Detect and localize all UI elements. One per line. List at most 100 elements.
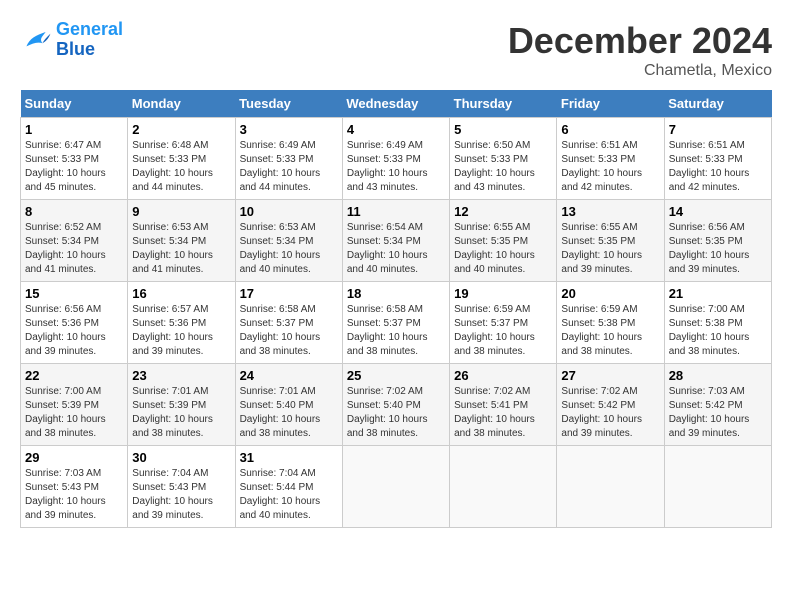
calendar-cell: 3 Sunrise: 6:49 AMSunset: 5:33 PMDaylight…	[235, 118, 342, 200]
calendar-cell: 2 Sunrise: 6:48 AMSunset: 5:33 PMDaylight…	[128, 118, 235, 200]
calendar-cell: 6 Sunrise: 6:51 AMSunset: 5:33 PMDaylight…	[557, 118, 664, 200]
logo-text: General Blue	[56, 20, 123, 60]
day-number: 18	[347, 286, 445, 301]
calendar-week-3: 15Sunrise: 6:56 AMSunset: 5:36 PMDayligh…	[21, 282, 772, 364]
day-info: Sunrise: 6:58 AMSunset: 5:37 PMDaylight:…	[240, 304, 321, 357]
calendar-cell: 8 Sunrise: 6:52 AMSunset: 5:34 PMDaylight…	[21, 200, 128, 282]
day-number: 24	[240, 368, 338, 383]
calendar-cell: 7 Sunrise: 6:51 AMSunset: 5:33 PMDaylight…	[664, 118, 771, 200]
calendar-cell: 20 Sunrise: 6:59 AMSunset: 5:38 PMDayligh…	[557, 282, 664, 364]
calendar-cell: 21Sunrise: 7:00 AMSunset: 5:38 PMDayligh…	[664, 282, 771, 364]
day-number: 16	[132, 286, 230, 301]
day-number: 3	[240, 122, 338, 137]
day-info: Sunrise: 6:49 AMSunset: 5:33 PMDaylight:…	[240, 140, 321, 193]
calendar-cell	[450, 446, 557, 528]
day-number: 17	[240, 286, 338, 301]
day-info: Sunrise: 6:51 AMSunset: 5:33 PMDaylight:…	[669, 140, 750, 193]
title-block: December 2024 Chametla, Mexico	[508, 20, 772, 80]
day-number: 2	[132, 122, 230, 137]
calendar-cell: 5 Sunrise: 6:50 AMSunset: 5:33 PMDaylight…	[450, 118, 557, 200]
day-info: Sunrise: 6:48 AMSunset: 5:33 PMDaylight:…	[132, 140, 213, 193]
day-info: Sunrise: 6:59 AMSunset: 5:38 PMDaylight:…	[561, 304, 642, 357]
day-info: Sunrise: 6:51 AMSunset: 5:33 PMDaylight:…	[561, 140, 642, 193]
calendar-week-5: 29 Sunrise: 7:03 AMSunset: 5:43 PMDayligh…	[21, 446, 772, 528]
day-number: 31	[240, 450, 338, 465]
day-info: Sunrise: 7:00 AMSunset: 5:38 PMDaylight:…	[669, 304, 750, 357]
calendar-cell: 29 Sunrise: 7:03 AMSunset: 5:43 PMDayligh…	[21, 446, 128, 528]
day-info: Sunrise: 6:58 AMSunset: 5:37 PMDaylight:…	[347, 304, 428, 357]
day-number: 20	[561, 286, 659, 301]
day-info: Sunrise: 6:56 AMSunset: 5:35 PMDaylight:…	[669, 222, 750, 275]
day-info: Sunrise: 6:54 AMSunset: 5:34 PMDaylight:…	[347, 222, 428, 275]
col-thursday: Thursday	[450, 90, 557, 118]
day-info: Sunrise: 6:52 AMSunset: 5:34 PMDaylight:…	[25, 222, 106, 275]
header-row: Sunday Monday Tuesday Wednesday Thursday…	[21, 90, 772, 118]
calendar-cell: 31 Sunrise: 7:04 AMSunset: 5:44 PMDayligh…	[235, 446, 342, 528]
day-number: 27	[561, 368, 659, 383]
page-header: General Blue December 2024 Chametla, Mex…	[20, 20, 772, 80]
day-info: Sunrise: 7:03 AMSunset: 5:42 PMDaylight:…	[669, 386, 750, 439]
day-number: 9	[132, 204, 230, 219]
calendar-cell: 19 Sunrise: 6:59 AMSunset: 5:37 PMDayligh…	[450, 282, 557, 364]
calendar-cell: 26Sunrise: 7:02 AMSunset: 5:41 PMDayligh…	[450, 364, 557, 446]
day-number: 30	[132, 450, 230, 465]
calendar-week-2: 8 Sunrise: 6:52 AMSunset: 5:34 PMDaylight…	[21, 200, 772, 282]
calendar-cell: 11 Sunrise: 6:54 AMSunset: 5:34 PMDayligh…	[342, 200, 449, 282]
calendar-cell: 12 Sunrise: 6:55 AMSunset: 5:35 PMDayligh…	[450, 200, 557, 282]
day-info: Sunrise: 6:56 AMSunset: 5:36 PMDaylight:…	[25, 304, 106, 357]
calendar-cell	[664, 446, 771, 528]
day-number: 6	[561, 122, 659, 137]
logo: General Blue	[20, 20, 123, 60]
calendar-cell: 14Sunrise: 6:56 AMSunset: 5:35 PMDayligh…	[664, 200, 771, 282]
day-info: Sunrise: 6:50 AMSunset: 5:33 PMDaylight:…	[454, 140, 535, 193]
calendar-cell: 28Sunrise: 7:03 AMSunset: 5:42 PMDayligh…	[664, 364, 771, 446]
calendar-cell: 13 Sunrise: 6:55 AMSunset: 5:35 PMDayligh…	[557, 200, 664, 282]
day-info: Sunrise: 6:47 AMSunset: 5:33 PMDaylight:…	[25, 140, 106, 193]
day-info: Sunrise: 7:04 AMSunset: 5:43 PMDaylight:…	[132, 468, 213, 521]
day-number: 25	[347, 368, 445, 383]
day-number: 13	[561, 204, 659, 219]
day-info: Sunrise: 6:53 AMSunset: 5:34 PMDaylight:…	[240, 222, 321, 275]
day-number: 19	[454, 286, 552, 301]
day-info: Sunrise: 6:55 AMSunset: 5:35 PMDaylight:…	[561, 222, 642, 275]
day-info: Sunrise: 7:04 AMSunset: 5:44 PMDaylight:…	[240, 468, 321, 521]
calendar-cell: 10Sunrise: 6:53 AMSunset: 5:34 PMDayligh…	[235, 200, 342, 282]
day-number: 29	[25, 450, 123, 465]
col-saturday: Saturday	[664, 90, 771, 118]
calendar-cell	[342, 446, 449, 528]
calendar-cell: 18 Sunrise: 6:58 AMSunset: 5:37 PMDayligh…	[342, 282, 449, 364]
day-number: 5	[454, 122, 552, 137]
day-info: Sunrise: 7:01 AMSunset: 5:39 PMDaylight:…	[132, 386, 213, 439]
day-number: 1	[25, 122, 123, 137]
calendar-cell: 30 Sunrise: 7:04 AMSunset: 5:43 PMDayligh…	[128, 446, 235, 528]
col-sunday: Sunday	[21, 90, 128, 118]
calendar-cell: 24 Sunrise: 7:01 AMSunset: 5:40 PMDayligh…	[235, 364, 342, 446]
day-info: Sunrise: 7:02 AMSunset: 5:40 PMDaylight:…	[347, 386, 428, 439]
col-tuesday: Tuesday	[235, 90, 342, 118]
calendar-cell: 15Sunrise: 6:56 AMSunset: 5:36 PMDayligh…	[21, 282, 128, 364]
location: Chametla, Mexico	[508, 62, 772, 80]
day-info: Sunrise: 7:00 AMSunset: 5:39 PMDaylight:…	[25, 386, 106, 439]
day-info: Sunrise: 7:03 AMSunset: 5:43 PMDaylight:…	[25, 468, 106, 521]
calendar-week-1: 1 Sunrise: 6:47 AMSunset: 5:33 PMDaylight…	[21, 118, 772, 200]
calendar-cell: 25 Sunrise: 7:02 AMSunset: 5:40 PMDayligh…	[342, 364, 449, 446]
col-wednesday: Wednesday	[342, 90, 449, 118]
day-info: Sunrise: 6:49 AMSunset: 5:33 PMDaylight:…	[347, 140, 428, 193]
day-info: Sunrise: 7:01 AMSunset: 5:40 PMDaylight:…	[240, 386, 321, 439]
day-number: 12	[454, 204, 552, 219]
calendar-cell: 23Sunrise: 7:01 AMSunset: 5:39 PMDayligh…	[128, 364, 235, 446]
logo-icon	[20, 24, 52, 56]
day-number: 22	[25, 368, 123, 383]
day-number: 4	[347, 122, 445, 137]
day-number: 8	[25, 204, 123, 219]
day-number: 11	[347, 204, 445, 219]
day-info: Sunrise: 6:55 AMSunset: 5:35 PMDaylight:…	[454, 222, 535, 275]
month-title: December 2024	[508, 20, 772, 62]
calendar-cell: 17 Sunrise: 6:58 AMSunset: 5:37 PMDayligh…	[235, 282, 342, 364]
day-info: Sunrise: 6:59 AMSunset: 5:37 PMDaylight:…	[454, 304, 535, 357]
calendar-cell: 1 Sunrise: 6:47 AMSunset: 5:33 PMDaylight…	[21, 118, 128, 200]
day-info: Sunrise: 6:53 AMSunset: 5:34 PMDaylight:…	[132, 222, 213, 275]
calendar-table: Sunday Monday Tuesday Wednesday Thursday…	[20, 90, 772, 528]
calendar-cell: 4 Sunrise: 6:49 AMSunset: 5:33 PMDaylight…	[342, 118, 449, 200]
day-number: 7	[669, 122, 767, 137]
